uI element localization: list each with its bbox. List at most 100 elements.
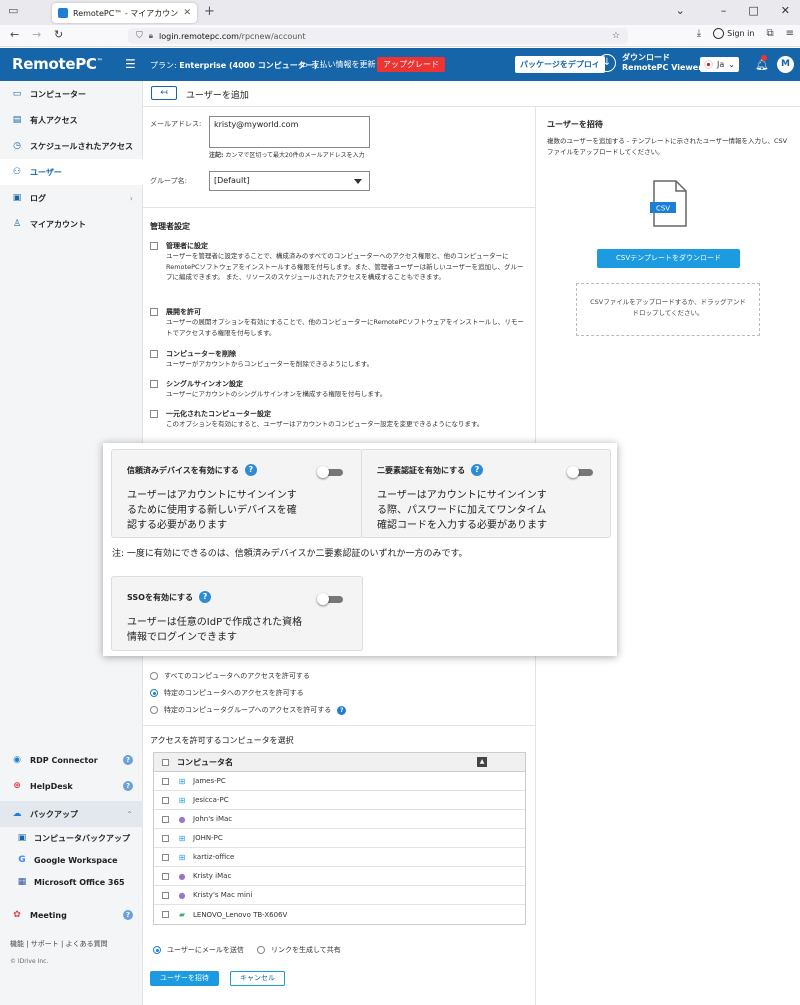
windows-icon: ⊞ <box>178 833 186 843</box>
radio-button[interactable] <box>257 946 265 954</box>
radio-button[interactable] <box>150 706 158 714</box>
row-checkbox[interactable] <box>162 911 169 918</box>
remotepc-logo[interactable]: RemotePC™ <box>12 55 103 73</box>
sidebar-item-meeting[interactable]: ✿ Meeting ? <box>0 902 143 928</box>
table-row[interactable]: ● Kristy's Mac mini <box>154 886 525 905</box>
signin-button[interactable]: Sign in <box>713 28 754 39</box>
help-icon[interactable]: ? <box>244 464 257 476</box>
table-row[interactable]: ⊞ JOHN-PC <box>154 829 525 848</box>
row-checkbox[interactable] <box>162 853 169 861</box>
radio-label: すべてのコンピュータへのアクセスを許可する <box>164 672 310 680</box>
computer-table: コンピュータ名 ▲ ⊞ James-PC ⊞ Jesicca-PC ● John's … <box>153 752 526 925</box>
row-checkbox[interactable] <box>162 796 169 804</box>
address-bar[interactable]: ⛉ 🔒︎ login.remotepc.com/rpcnew/account ☆ <box>128 28 628 44</box>
close-tab-icon[interactable]: ✕ <box>183 8 191 18</box>
two-factor-toggle[interactable] <box>567 466 593 478</box>
reload-icon[interactable]: ↻ <box>54 28 63 41</box>
notification-bell-icon[interactable]: 🔔︎ <box>755 55 769 71</box>
csv-drop-zone[interactable]: CSVファイルをアップロードするか、ドラッグアンドドロップしてください。 <box>576 283 760 336</box>
invite-users-button[interactable]: ユーザーを招待 <box>150 971 219 986</box>
bookmark-star-icon[interactable]: ☆ <box>612 31 620 41</box>
back-icon[interactable]: ← <box>10 28 19 41</box>
forward-icon[interactable]: → <box>32 28 41 41</box>
help-icon[interactable]: ? <box>123 781 133 791</box>
radio-button-selected[interactable] <box>150 689 158 697</box>
sidebar-item-google-workspace[interactable]: G Google Workspace <box>0 849 143 871</box>
sso-settings-checkbox[interactable] <box>150 380 158 388</box>
hamburger-menu-icon[interactable]: ☰ <box>125 57 136 71</box>
sidebar-item-rdp-connector[interactable]: ◉ RDP Connector ? <box>0 747 143 773</box>
sidebar-item-computers[interactable]: ▭ コンピューター <box>0 81 143 107</box>
row-checkbox[interactable] <box>162 872 169 880</box>
email-input[interactable]: kristy@myworld.com <box>209 116 370 148</box>
delete-computer-checkbox[interactable] <box>150 350 158 358</box>
chevron-right-icon: › <box>129 193 133 203</box>
row-checkbox[interactable] <box>162 834 169 842</box>
tab-overview-icon[interactable]: ▭ <box>8 4 18 17</box>
sidebar-item-backup[interactable]: ☁ バックアップ ⌃ <box>0 801 143 827</box>
table-row[interactable]: ● John's iMac <box>154 810 525 829</box>
help-icon[interactable]: ? <box>123 755 133 765</box>
row-checkbox[interactable] <box>162 777 169 785</box>
url-text: login.remotepc.com/rpcnew/account <box>159 31 306 41</box>
access-option-specific[interactable]: 特定のコンピュータへのアクセスを許可する <box>150 688 304 698</box>
table-row[interactable]: ⊞ Jesicca-PC <box>154 791 525 810</box>
help-icon[interactable]: ? <box>471 464 484 476</box>
invite-method-email[interactable]: ユーザーにメールを送信 <box>153 945 244 955</box>
table-row[interactable]: ⊞ James-PC <box>154 772 525 791</box>
update-billing-link[interactable]: ▭ 支払い情報を更新 <box>300 59 376 70</box>
row-checkbox[interactable] <box>162 891 169 899</box>
sidebar-item-office365[interactable]: ▦ Microsoft Office 365 <box>0 871 143 893</box>
back-button[interactable]: ↤ <box>151 86 177 100</box>
close-window-icon[interactable]: ✕ <box>781 4 790 17</box>
deploy-checkbox[interactable] <box>150 308 158 316</box>
row-checkbox[interactable] <box>162 815 169 823</box>
sort-icon[interactable]: ▲ <box>477 757 487 767</box>
upgrade-button[interactable]: アップグレード <box>377 57 445 72</box>
cancel-button[interactable]: キャンセル <box>230 971 285 986</box>
sidebar-item-computer-backup[interactable]: ▣ コンピュータバックアップ <box>0 827 143 849</box>
sidebar-footer-links[interactable]: 機能 | サポート | よくある質問 <box>10 939 108 949</box>
group-select[interactable]: [Default] <box>209 171 370 191</box>
sidebar-item-label: ユーザー <box>30 167 62 177</box>
central-settings-checkbox[interactable] <box>150 410 158 418</box>
browser-tab[interactable]: RemotePC™ - マイアカウント-M ✕ <box>52 3 197 23</box>
select-all-checkbox[interactable] <box>162 758 169 766</box>
table-row[interactable]: ● Kristy iMac <box>154 867 525 886</box>
csv-badge-label: CSV <box>656 205 670 213</box>
sidebar-item-my-account[interactable]: ♙ マイアカウント <box>0 211 143 237</box>
sso-toggle[interactable] <box>317 593 343 605</box>
tab-list-icon[interactable]: ⌄ <box>676 4 685 17</box>
deploy-package-button[interactable]: パッケージをデプロイ <box>515 56 605 73</box>
help-icon[interactable]: ? <box>199 591 212 603</box>
trusted-device-toggle[interactable] <box>317 466 343 478</box>
help-icon[interactable]: ? <box>337 705 347 715</box>
access-option-group[interactable]: 特定のコンピュータグループへのアクセスを許可する ? <box>150 705 347 715</box>
admin-checkbox[interactable] <box>150 242 158 250</box>
maximize-icon[interactable]: □ <box>748 4 758 17</box>
access-option-all[interactable]: すべてのコンピュータへのアクセスを許可する <box>150 671 310 681</box>
radio-button[interactable] <box>150 672 158 680</box>
table-row[interactable]: ⊞ kartiz-office <box>154 848 525 867</box>
csv-file-icon: CSV <box>650 180 687 227</box>
invite-method-link[interactable]: リンクを生成して共有 <box>257 945 341 955</box>
computer-name: Kristy's Mac mini <box>193 891 253 899</box>
language-select[interactable]: Ja ⌄ <box>700 57 739 72</box>
sidebar-item-scheduled-access[interactable]: ◷ スケジュールされたアクセス <box>0 133 143 159</box>
sidebar-item-logs[interactable]: ▣ ログ › <box>0 185 143 211</box>
sso-desc: ユーザーは任意のIdPで作成された資格 情報でログインできます <box>127 617 303 643</box>
minimize-icon[interactable]: – <box>721 4 727 17</box>
download-csv-template-button[interactable]: CSVテンプレートをダウンロード <box>597 249 740 268</box>
user-avatar[interactable]: M <box>777 56 794 73</box>
sidebar-item-users[interactable]: ⚇ ユーザー <box>0 159 143 185</box>
menu-icon[interactable]: ≡ <box>786 28 794 39</box>
sidebar-item-attended-access[interactable]: ▤ 有人アクセス <box>0 107 143 133</box>
help-icon[interactable]: ? <box>123 910 133 920</box>
radio-button-selected[interactable] <box>153 946 161 954</box>
download-viewer-button[interactable]: ↓ ダウンロード RemotePC Viewer <box>598 53 702 73</box>
downloads-icon[interactable]: ⤓ <box>697 28 701 39</box>
table-row[interactable]: ▰ LENOVO_Lenovo TB-X606V <box>154 905 525 924</box>
new-tab-icon[interactable]: + <box>204 4 215 19</box>
extensions-icon[interactable]: ⧉ <box>766 28 773 39</box>
sidebar-item-helpdesk[interactable]: ⊛ HelpDesk ? <box>0 773 143 799</box>
